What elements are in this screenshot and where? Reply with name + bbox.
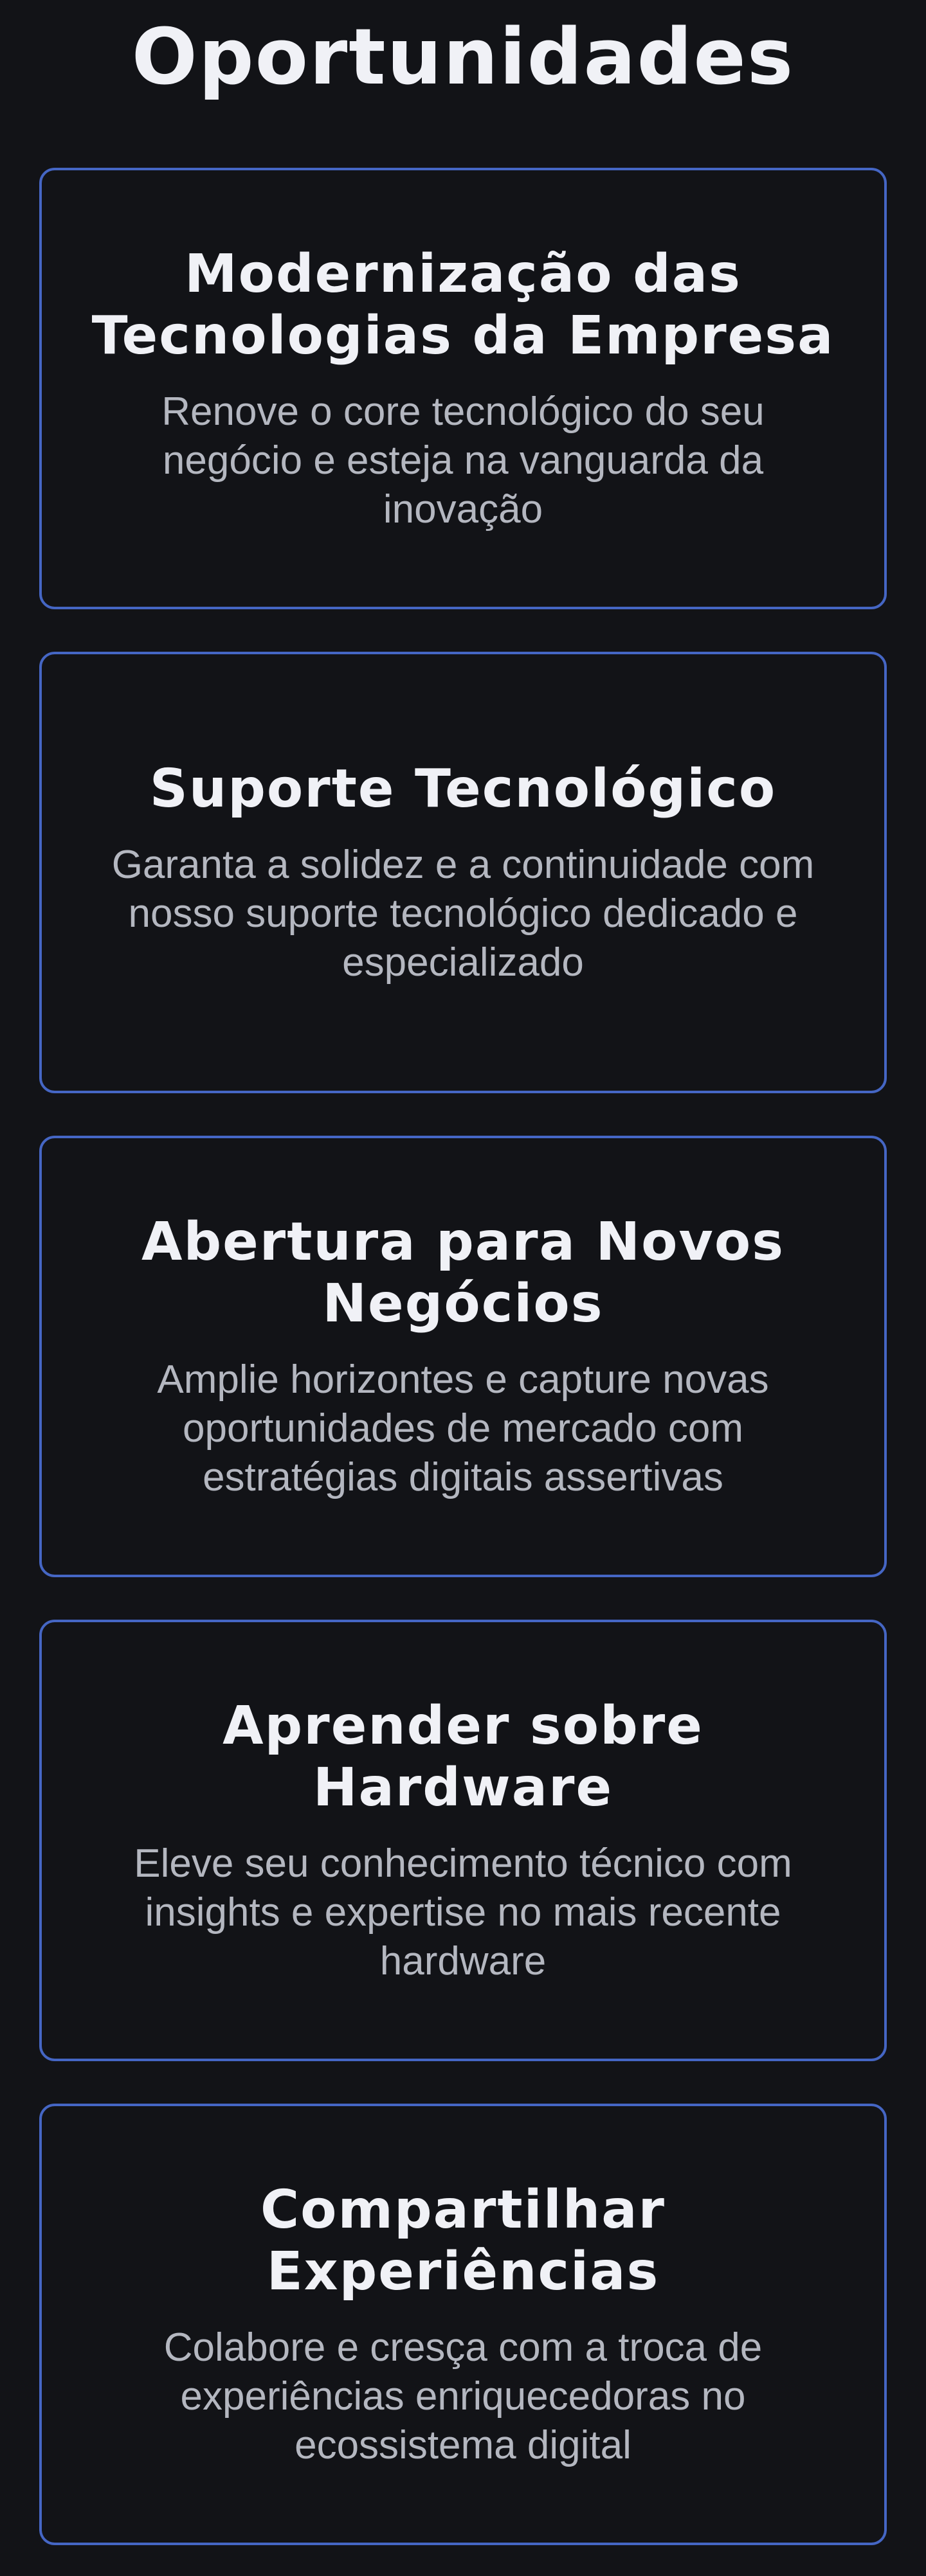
- opportunity-cards: Modernização das Tecnologias da Empresa …: [39, 168, 887, 2545]
- opportunity-card-experiences[interactable]: Compartilhar Experiências Colabore e cre…: [39, 2104, 887, 2545]
- card-description: Colabore e cresça com a troca de experiê…: [163, 2325, 763, 2467]
- opportunity-card-hardware[interactable]: Aprender sobre Hardware Eleve seu conhec…: [39, 1620, 887, 2061]
- card-title: Aprender sobre Hardware: [222, 1695, 704, 1818]
- card-title: Modernização das Tecnologias da Empresa: [91, 243, 835, 366]
- card-title: Abertura para Novos Negócios: [141, 1211, 785, 1334]
- opportunities-page: Oportunidades Modernização das Tecnologi…: [0, 0, 926, 2576]
- opportunity-card-support[interactable]: Suporte Tecnológico Garanta a solidez e …: [39, 652, 887, 1093]
- card-title: Compartilhar Experiências: [260, 2179, 666, 2302]
- opportunity-card-new-business[interactable]: Abertura para Novos Negócios Amplie hori…: [39, 1136, 887, 1577]
- card-description: Renove o core tecnológico do seu negócio…: [161, 389, 765, 532]
- section-title: Oportunidades: [131, 13, 795, 102]
- opportunity-card-modernization[interactable]: Modernização das Tecnologias da Empresa …: [39, 168, 887, 609]
- card-description: Amplie horizontes e capture novas oportu…: [157, 1357, 769, 1499]
- card-title: Suporte Tecnológico: [149, 758, 777, 819]
- card-description: Eleve seu conhecimento técnico com insig…: [134, 1841, 792, 1983]
- card-description: Garanta a solidez e a continuidade com n…: [111, 842, 815, 985]
